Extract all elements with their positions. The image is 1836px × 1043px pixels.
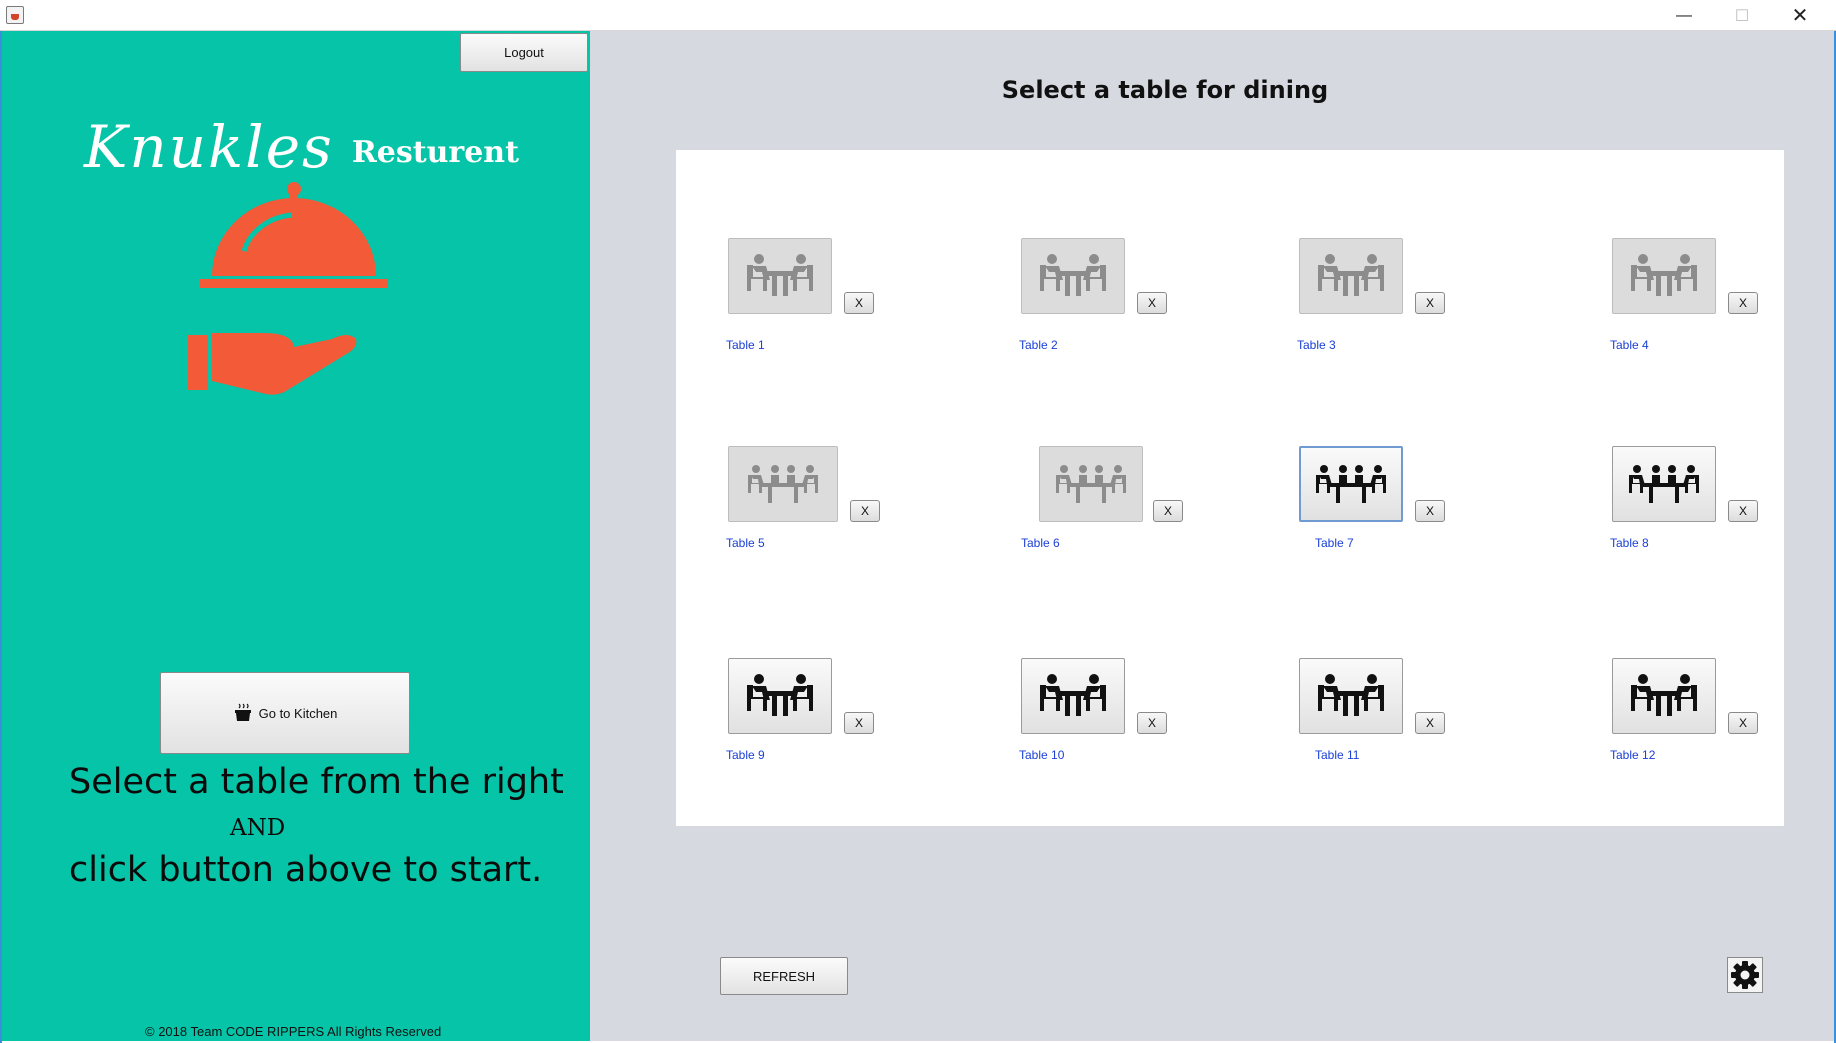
java-app-icon [6, 6, 24, 24]
table-4-clear-button[interactable]: X [1728, 292, 1758, 314]
restaurant-logo: Knukles Resturent [84, 86, 519, 181]
settings-button[interactable] [1727, 957, 1763, 993]
serving-cloche-icon [188, 182, 388, 395]
table-12-clear-button[interactable]: X [1728, 712, 1758, 734]
table-2-button[interactable] [1021, 238, 1125, 314]
dining-table-icon [1318, 254, 1384, 296]
refresh-button[interactable]: REFRESH [720, 957, 848, 995]
table-10-clear-button[interactable]: X [1137, 712, 1167, 734]
logo-script-text: Knukles [84, 113, 334, 181]
go-to-kitchen-label: Go to Kitchen [258, 705, 338, 721]
dining-table-icon [747, 674, 813, 716]
table-3-button[interactable] [1299, 238, 1403, 314]
dining-table-icon [1318, 674, 1384, 716]
table-11-clear-button[interactable]: X [1415, 712, 1445, 734]
table-9-button[interactable] [728, 658, 832, 734]
dining-table-icon [1056, 465, 1126, 503]
right-panel: Select a table for dining X Table 1 X Table… [590, 31, 1834, 1041]
instruction-line-1: Select a table from the right [69, 762, 564, 802]
table-4-label: Table 4 [1610, 338, 1649, 352]
table-11-label: Table 11 [1315, 748, 1360, 762]
go-to-kitchen-button[interactable]: Go to Kitchen [160, 672, 410, 754]
copyright-text: © 2018 Team CODE RIPPERS All Rights Rese… [145, 1024, 442, 1039]
table-3-clear-button[interactable]: X [1415, 292, 1445, 314]
table-12-label: Table 12 [1610, 748, 1656, 762]
table-7-button[interactable] [1299, 446, 1403, 522]
dining-table-icon [1629, 465, 1699, 503]
table-8-label: Table 8 [1610, 536, 1649, 550]
table-10-label: Table 10 [1019, 748, 1065, 762]
logout-button[interactable]: Logout [460, 33, 588, 72]
table-5-clear-button[interactable]: X [850, 500, 880, 522]
table-4-button[interactable] [1612, 238, 1716, 314]
table-2-label: Table 2 [1019, 338, 1058, 352]
table-6-clear-button[interactable]: X [1153, 500, 1183, 522]
table-5-label: Table 5 [726, 536, 765, 550]
table-7-label: Table 7 [1315, 536, 1354, 550]
maximize-button[interactable]: ☐ [1713, 0, 1771, 31]
dining-table-icon [1631, 254, 1697, 296]
table-1-label: Table 1 [726, 338, 765, 352]
dining-table-icon [1040, 254, 1106, 296]
table-7-clear-button[interactable]: X [1415, 500, 1445, 522]
table-12-button[interactable] [1612, 658, 1716, 734]
tables-grid: X Table 1 X Table 2 X Table 3 X Table 4 X Table 5… [676, 150, 1784, 826]
table-9-clear-button[interactable]: X [844, 712, 874, 734]
table-8-clear-button[interactable]: X [1728, 500, 1758, 522]
close-window-button[interactable]: ✕ [1771, 0, 1829, 31]
logo-word-text: Resturent [351, 135, 519, 170]
cooking-pot-icon [234, 703, 251, 721]
instruction-line-2: click button above to start. [69, 850, 543, 890]
dining-table-icon [1040, 674, 1106, 716]
dining-table-icon [747, 254, 813, 296]
table-3-label: Table 3 [1297, 338, 1336, 352]
table-9-label: Table 9 [726, 748, 765, 762]
table-1-button[interactable] [728, 238, 832, 314]
table-6-button[interactable] [1039, 446, 1143, 522]
window-titlebar: — ☐ ✕ [0, 0, 1836, 31]
table-11-button[interactable] [1299, 658, 1403, 734]
table-2-clear-button[interactable]: X [1137, 292, 1167, 314]
dining-table-icon [1316, 465, 1386, 503]
table-10-button[interactable] [1021, 658, 1125, 734]
gear-icon [1731, 961, 1759, 989]
dining-table-icon [748, 465, 818, 503]
table-8-button[interactable] [1612, 446, 1716, 522]
table-6-label: Table 6 [1021, 536, 1060, 550]
left-panel: Logout Knukles Resturent Go to Kitchen S… [2, 31, 590, 1041]
dining-table-icon [1631, 674, 1697, 716]
page-title: Select a table for dining [1001, 76, 1329, 104]
instruction-and: AND [230, 815, 286, 841]
minimize-button[interactable]: — [1655, 0, 1713, 31]
table-1-clear-button[interactable]: X [844, 292, 874, 314]
table-5-button[interactable] [728, 446, 838, 522]
